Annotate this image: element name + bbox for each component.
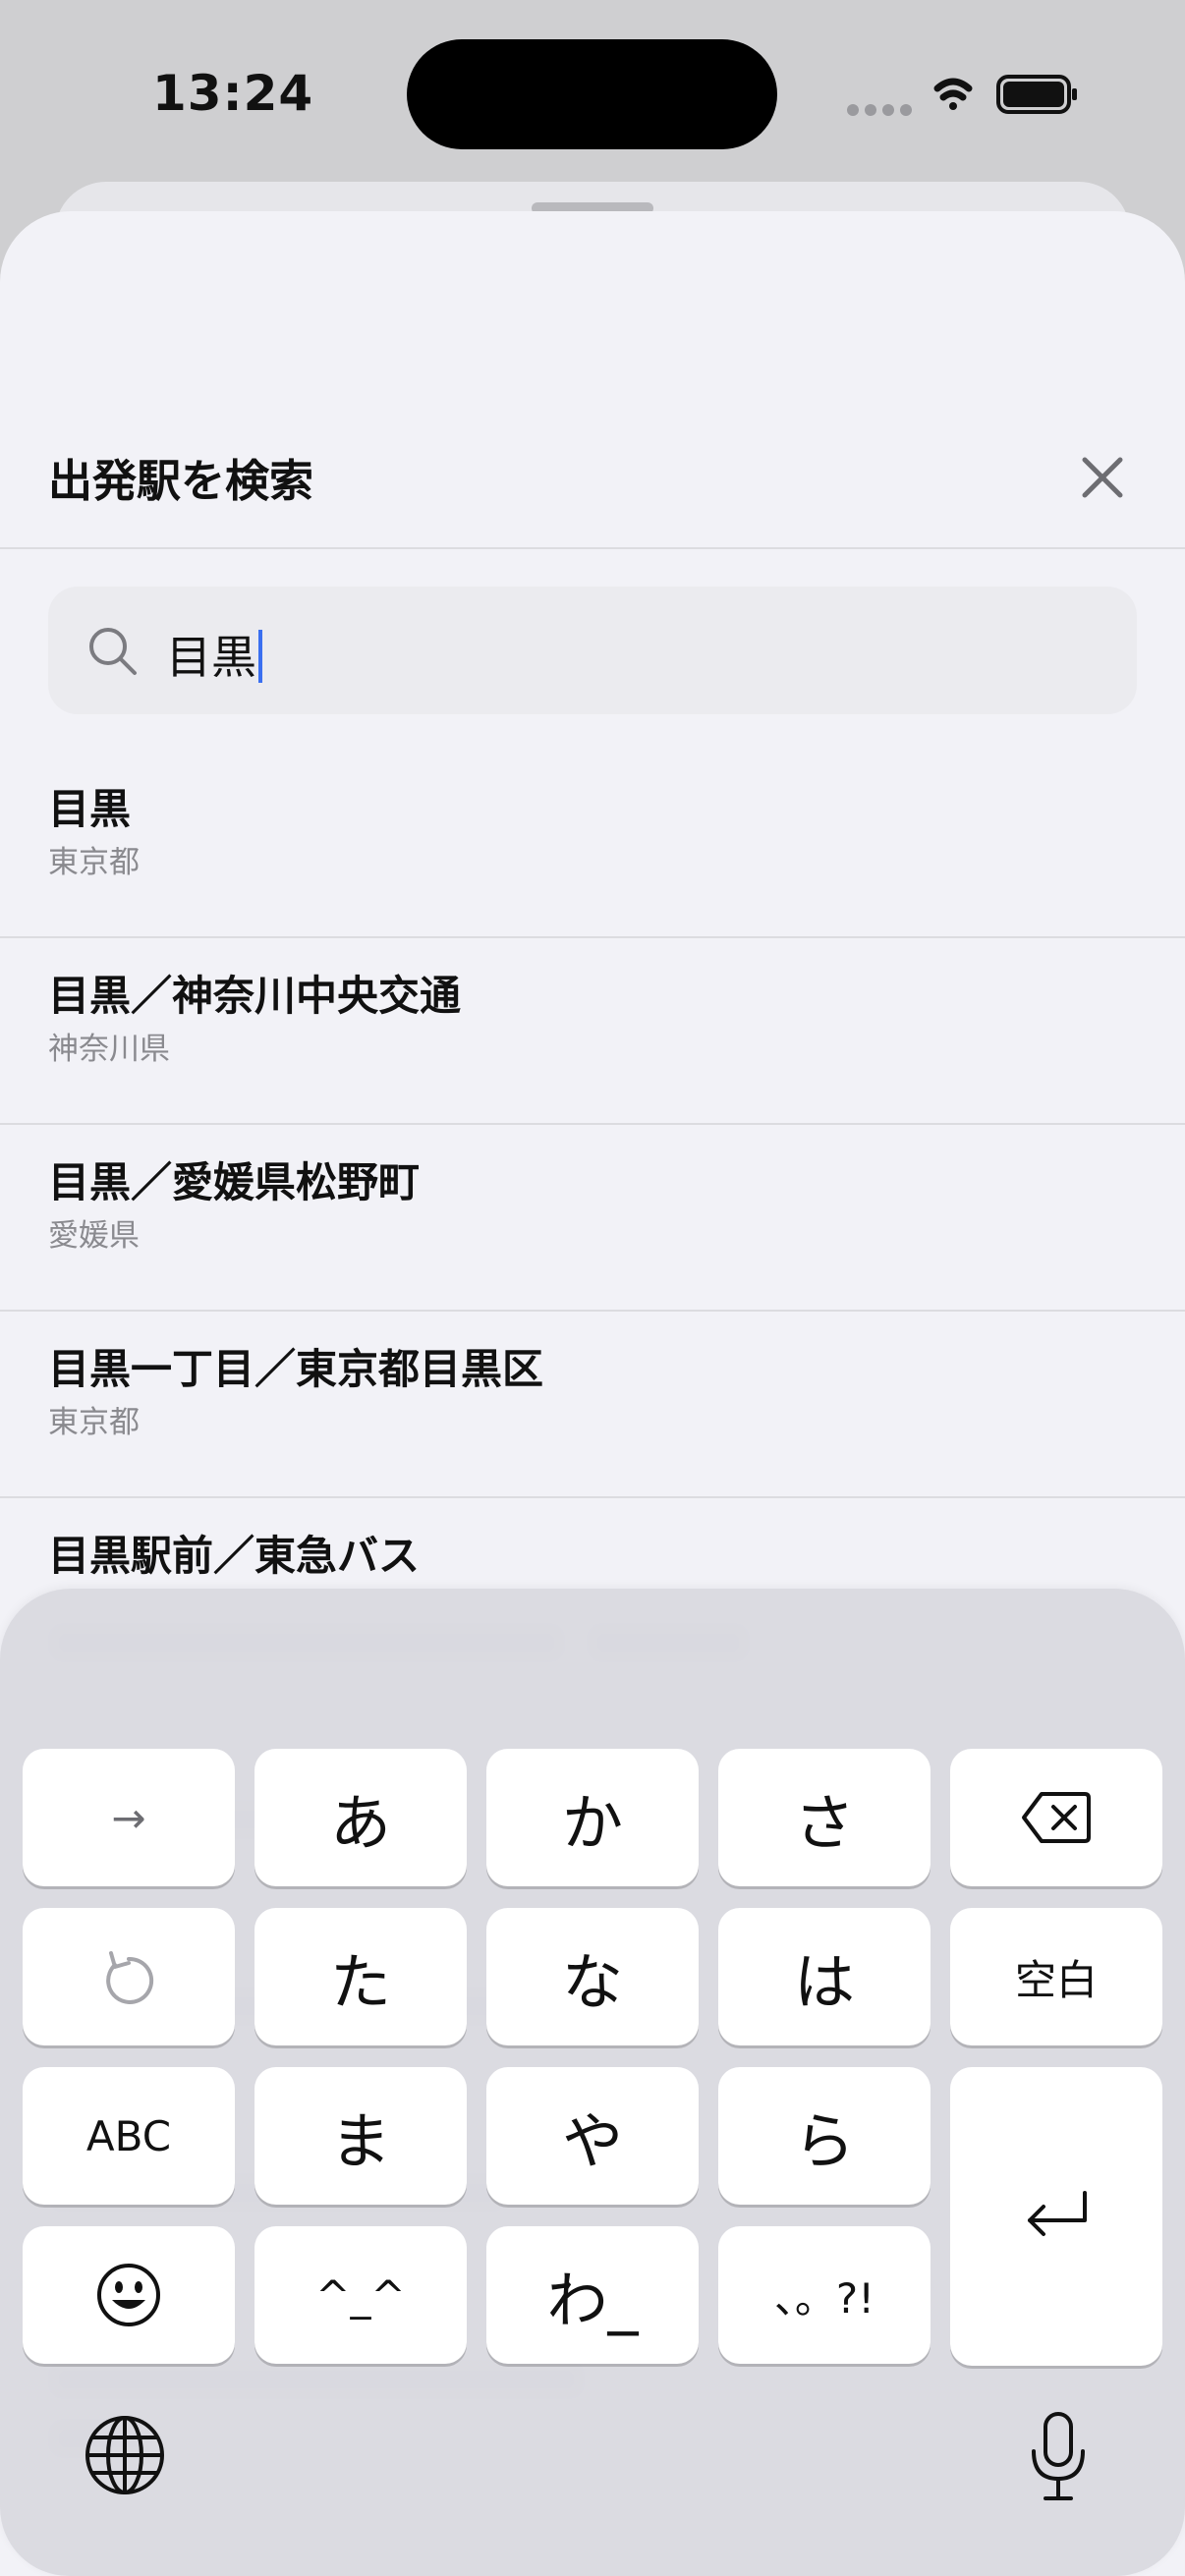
- list-item[interactable]: 目黒一丁目／東京都目黒区 東京都: [0, 1312, 1185, 1498]
- key-ma[interactable]: ま: [254, 2067, 467, 2205]
- key-ya[interactable]: や: [486, 2067, 699, 2205]
- station-name: 目黒／愛媛県松野町: [48, 1158, 421, 1206]
- key-sa[interactable]: さ: [718, 1749, 931, 1886]
- key-ra[interactable]: ら: [718, 2067, 931, 2205]
- status-time: 13:24: [152, 65, 314, 122]
- list-item[interactable]: 目黒／神奈川中央交通 神奈川県: [0, 938, 1185, 1125]
- search-input[interactable]: 目黒: [48, 587, 1137, 714]
- key-punctuation[interactable]: 、。?!: [718, 2226, 931, 2364]
- search-icon: [89, 628, 137, 675]
- search-query: 目黒: [166, 631, 256, 684]
- battery-icon: [996, 75, 1077, 114]
- station-prefecture: 愛媛県: [48, 1218, 140, 1254]
- globe-icon[interactable]: [84, 2414, 166, 2496]
- dynamic-island: [407, 39, 777, 149]
- key-wa[interactable]: わ_: [486, 2226, 699, 2364]
- key-na[interactable]: な: [486, 1908, 699, 2045]
- emoji-icon: [97, 2264, 160, 2326]
- station-name: 目黒一丁目／東京都目黒区: [48, 1345, 544, 1393]
- key-a[interactable]: あ: [254, 1749, 467, 1886]
- return-key[interactable]: [950, 2067, 1162, 2366]
- status-icons: [847, 75, 1077, 116]
- key-ka[interactable]: か: [486, 1749, 699, 1886]
- wifi-icon: [933, 78, 973, 110]
- station-prefecture: 東京都: [48, 845, 140, 880]
- station-prefecture: 神奈川県: [48, 1032, 170, 1067]
- space-key[interactable]: 空白: [950, 1908, 1162, 2045]
- sheet-title: 出発駅を検索: [48, 455, 314, 507]
- station-name: 目黒: [48, 785, 132, 833]
- return-icon: [1028, 2191, 1087, 2236]
- microphone-icon[interactable]: [1024, 2410, 1093, 2504]
- close-icon[interactable]: [1071, 446, 1134, 509]
- undo-icon: [106, 1951, 154, 2004]
- station-name: 目黒／神奈川中央交通: [48, 972, 462, 1020]
- list-item[interactable]: 目黒／愛媛県松野町 愛媛県: [0, 1125, 1185, 1312]
- screen: 13:24 出発駅を検索 目黒 目黒 東京都 目黒／神奈川中央交通 神奈川県 目…: [0, 0, 1185, 2576]
- key-ta[interactable]: た: [254, 1908, 467, 2045]
- header-divider: [0, 547, 1185, 549]
- abc-key[interactable]: ABC: [23, 2067, 235, 2205]
- key-ha[interactable]: は: [718, 1908, 931, 2045]
- list-item[interactable]: 目黒 東京都: [0, 752, 1185, 938]
- station-prefecture: 東京都: [48, 1405, 140, 1440]
- emoji-key[interactable]: [23, 2226, 235, 2364]
- search-input-text: 目黒: [166, 622, 262, 687]
- delete-icon: [1022, 1792, 1091, 1843]
- delete-key[interactable]: [950, 1749, 1162, 1886]
- key-next[interactable]: →: [23, 1749, 235, 1886]
- signal-dots-icon: [847, 104, 912, 116]
- key-kaomoji[interactable]: ^_^: [254, 2226, 467, 2364]
- undo-key[interactable]: [23, 1908, 235, 2045]
- text-caret: [258, 630, 262, 683]
- station-name: 目黒駅前／東急バス: [48, 1532, 421, 1580]
